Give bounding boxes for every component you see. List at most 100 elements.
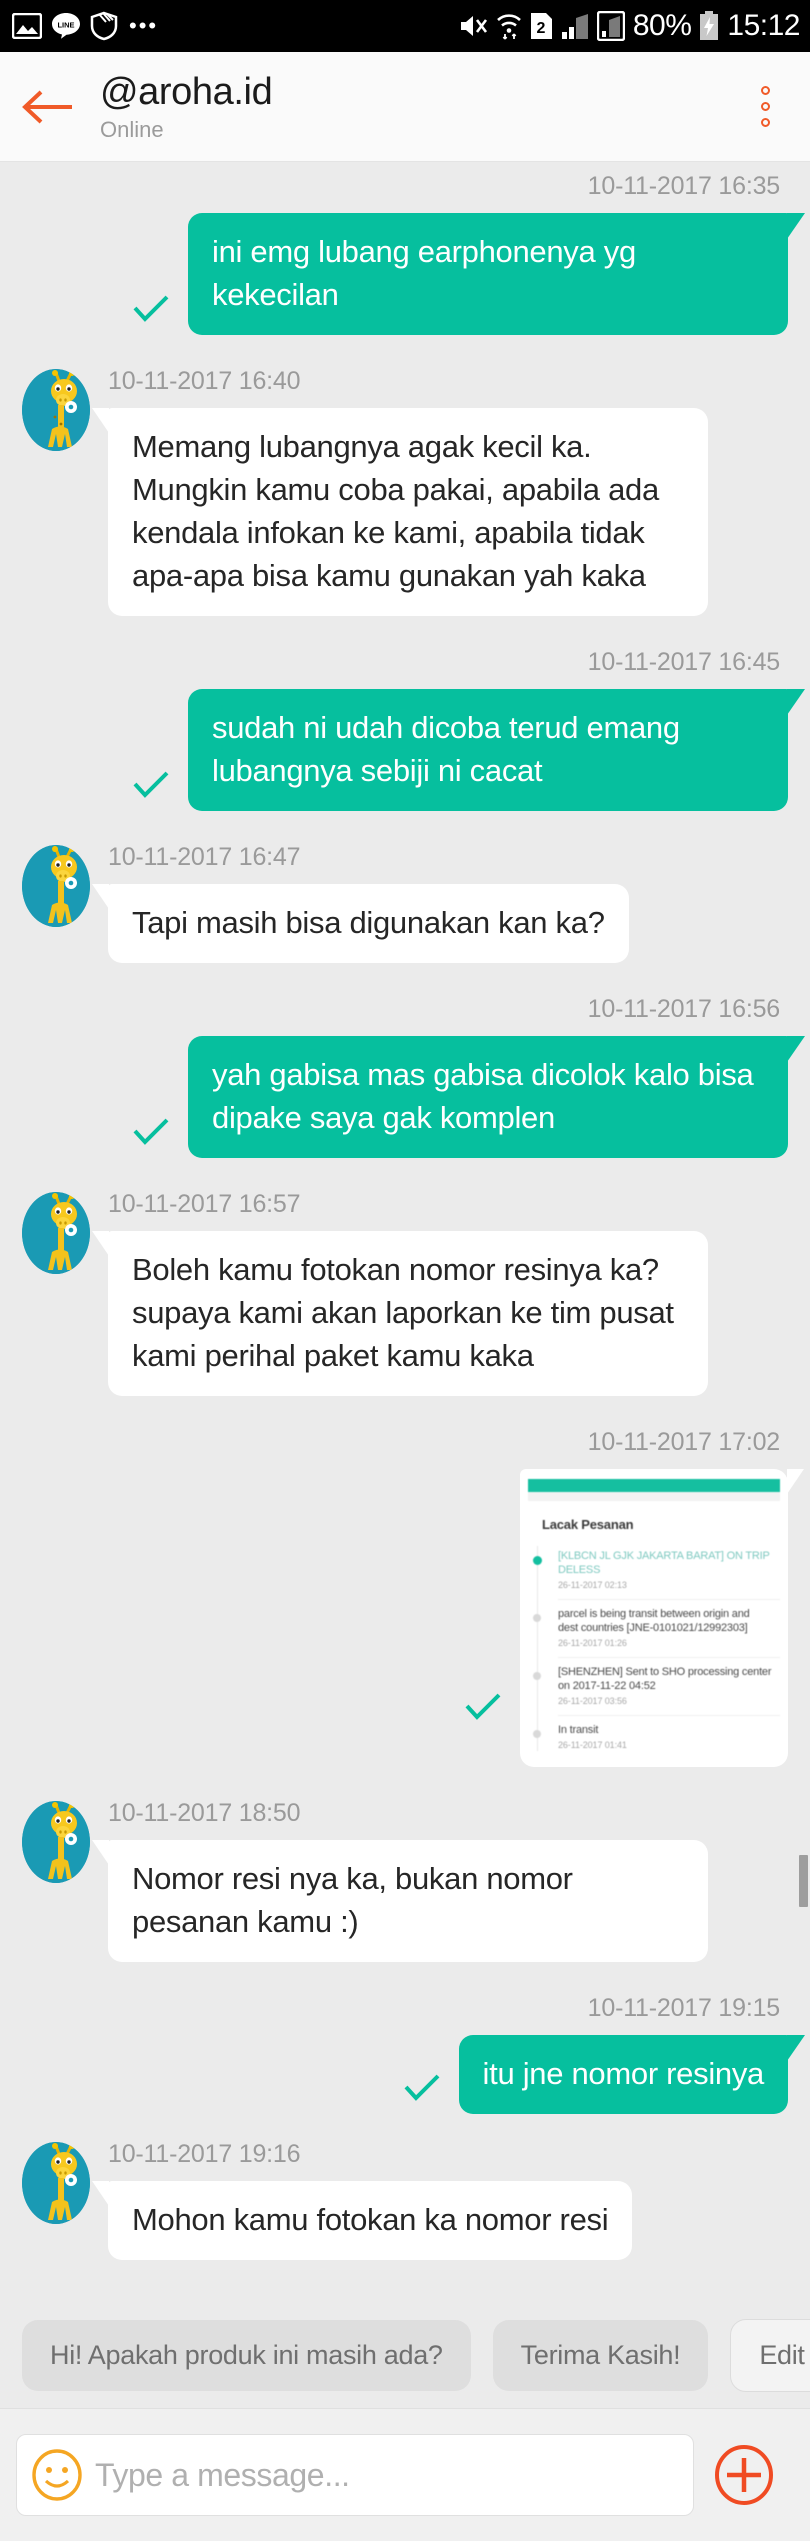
tracking-accent-bar <box>528 1479 780 1492</box>
status-bar: LINE ••• 2 80% 15:12 <box>0 0 810 52</box>
chat-header: @aroha.id Online <box>0 52 810 162</box>
overflow-menu-button[interactable] <box>720 86 810 127</box>
timeline-dot-icon <box>533 1730 541 1738</box>
mute-icon <box>458 12 488 40</box>
more-dots-icon: ••• <box>129 13 159 38</box>
message-row: 10-11-2017 16:35 ini emg lubang earphone… <box>0 172 810 335</box>
message-input-field[interactable] <box>16 2434 694 2516</box>
tracking-event: parcel is being transit between origin a… <box>533 1600 780 1658</box>
tracking-event-text: [KLBCN JL GJK JAKARTA BARAT] ON TRIP DEL… <box>558 1550 770 1576</box>
message-timestamp: 10-11-2017 19:15 <box>587 1994 781 2022</box>
message-timestamp: 10-11-2017 16:57 <box>108 1190 301 1218</box>
message-row: 10-11-2017 18:50 Nomor resi nya ka, buka… <box>0 1799 810 1962</box>
tracking-event-text: In transit <box>558 1724 599 1736</box>
more-vertical-icon <box>760 86 770 95</box>
online-status-label: Online <box>100 116 164 142</box>
check-icon <box>132 770 170 805</box>
message-input-bar <box>0 2408 810 2541</box>
check-icon <box>132 1117 170 1152</box>
wifi-icon <box>496 11 522 41</box>
tracking-event: [SHENZHEN] Sent to SHO processing center… <box>533 1658 780 1716</box>
quick-reply-bar[interactable]: Hi! Apakah produk ini masih ada? Terima … <box>0 2303 810 2408</box>
signal-2-icon <box>596 11 625 41</box>
message-timestamp: 10-11-2017 16:47 <box>108 843 301 871</box>
shield-icon <box>90 11 118 41</box>
message-bubble[interactable]: sudah ni udah dicoba terud emang lubangn… <box>188 689 805 811</box>
message-timestamp: 10-11-2017 16:56 <box>587 995 781 1023</box>
giraffe-avatar[interactable] <box>22 369 90 451</box>
tracking-divider <box>528 1492 780 1501</box>
quick-reply-chip[interactable]: Terima Kasih! <box>492 2320 709 2391</box>
tracking-event-date: 26-11-2017 02:13 <box>558 1580 627 1590</box>
smiley-icon[interactable] <box>31 2449 83 2501</box>
giraffe-avatar[interactable] <box>22 845 90 927</box>
image-icon <box>12 13 42 39</box>
plus-circle-icon <box>715 2445 773 2505</box>
message-bubble[interactable]: yah gabisa mas gabisa dicolok kalo bisa … <box>188 1036 805 1158</box>
message-row: 10-11-2017 16:57 Boleh kamu fotokan nomo… <box>0 1190 810 1396</box>
check-icon <box>132 294 170 329</box>
giraffe-avatar[interactable] <box>22 2142 90 2224</box>
message-timestamp: 10-11-2017 19:16 <box>108 2140 301 2168</box>
tracking-event-text: [SHENZHEN] Sent to SHO processing center… <box>558 1666 772 1692</box>
timeline-dot-icon <box>533 1672 541 1680</box>
image-attachment-bubble[interactable]: Lacak Pesanan [KLBCN JL GJK JAKARTA BARA… <box>520 1469 804 1767</box>
message-timestamp: 10-11-2017 16:45 <box>587 648 781 676</box>
message-bubble[interactable]: Mohon kamu fotokan ka nomor resi <box>91 2181 633 2260</box>
message-bubble[interactable]: Boleh kamu fotokan nomor resinya ka? sup… <box>92 1231 708 1396</box>
message-bubble[interactable]: Tapi masih bisa digunakan kan ka? <box>92 884 629 963</box>
message-timestamp: 10-11-2017 17:02 <box>587 1428 781 1456</box>
more-vertical-icon <box>760 102 770 111</box>
order-tracking-screenshot: Lacak Pesanan [KLBCN JL GJK JAKARTA BARA… <box>528 1479 780 1759</box>
message-bubble[interactable]: itu jne nomor resinya <box>458 2035 806 2114</box>
message-bubble[interactable]: ini emg lubang earphonenya yg kekecilan <box>188 213 805 335</box>
status-bar-clock: 15:12 <box>727 9 800 42</box>
sim-label: 2 <box>536 20 545 37</box>
message-timestamp: 10-11-2017 16:40 <box>108 367 301 395</box>
giraffe-avatar[interactable] <box>22 1192 90 1274</box>
tracking-title: Lacak Pesanan <box>542 1517 634 1532</box>
attach-button[interactable] <box>694 2444 794 2506</box>
status-bar-right: 2 80% 15:12 <box>458 9 800 43</box>
message-row: 10-11-2017 17:02 Lacak Pesanan [KLBCN JL… <box>0 1428 810 1767</box>
chat-scrollbar[interactable] <box>799 1855 808 1907</box>
message-row: 10-11-2017 19:15 itu jne nomor resinya <box>0 1994 810 2114</box>
battery-percent-label: 80% <box>632 9 692 42</box>
quick-reply-edit-chip[interactable]: Edit <box>730 2319 810 2392</box>
tracking-timeline: [KLBCN JL GJK JAKARTA BARAT] ON TRIP DEL… <box>528 1542 780 1759</box>
quick-reply-chip[interactable]: Hi! Apakah produk ini masih ada? <box>22 2320 471 2391</box>
message-row: 10-11-2017 16:47 Tapi masih bisa digunak… <box>0 843 810 963</box>
battery-charging-icon <box>699 11 719 41</box>
svg-text:LINE: LINE <box>57 21 74 30</box>
chat-header-text[interactable]: @aroha.id Online <box>96 70 720 144</box>
timeline-dot-icon <box>533 1556 542 1565</box>
tracking-event-date: 26-11-2017 01:26 <box>558 1638 627 1648</box>
message-bubble[interactable]: Memang lubangnya agak kecil ka. Mungkin … <box>92 408 708 616</box>
sim2-icon: 2 <box>530 12 553 40</box>
chat-screen: LINE ••• 2 80% 15:12 @aroha.id Online 10… <box>0 0 810 2541</box>
message-row: 10-11-2017 16:40 Memang lubangnya agak k… <box>0 367 810 616</box>
tracking-event: [KLBCN JL GJK JAKARTA BARAT] ON TRIP DEL… <box>533 1542 780 1600</box>
signal-icon <box>561 12 589 40</box>
message-bubble[interactable]: Nomor resi nya ka, bukan nomor pesanan k… <box>92 1840 708 1962</box>
message-timestamp: 10-11-2017 18:50 <box>108 1799 301 1827</box>
giraffe-avatar[interactable] <box>22 1801 90 1883</box>
message-row: 10-11-2017 19:16 Mohon kamu fotokan ka n… <box>0 2140 810 2260</box>
message-row: 10-11-2017 16:45 sudah ni udah dicoba te… <box>0 648 810 811</box>
tracking-event: In transit 26-11-2017 01:41 <box>533 1716 780 1759</box>
tracking-event-date: 26-11-2017 03:56 <box>558 1696 627 1706</box>
check-icon <box>464 1692 502 1727</box>
check-icon <box>403 2073 441 2108</box>
status-bar-left: LINE ••• <box>12 11 158 41</box>
timeline-dot-icon <box>533 1614 541 1622</box>
more-vertical-icon <box>760 118 770 127</box>
arrow-left-icon <box>22 90 72 123</box>
page-title: @aroha.id <box>100 70 273 113</box>
search-input[interactable] <box>95 2456 679 2494</box>
line-app-icon: LINE <box>51 12 81 40</box>
tracking-event-text: parcel is being transit between origin a… <box>558 1608 750 1634</box>
message-timestamp: 10-11-2017 16:35 <box>587 172 781 200</box>
back-button[interactable] <box>0 85 96 129</box>
message-row: 10-11-2017 16:56 yah gabisa mas gabisa d… <box>0 995 810 1158</box>
message-list[interactable]: 10-11-2017 16:35 ini emg lubang earphone… <box>0 162 810 2303</box>
